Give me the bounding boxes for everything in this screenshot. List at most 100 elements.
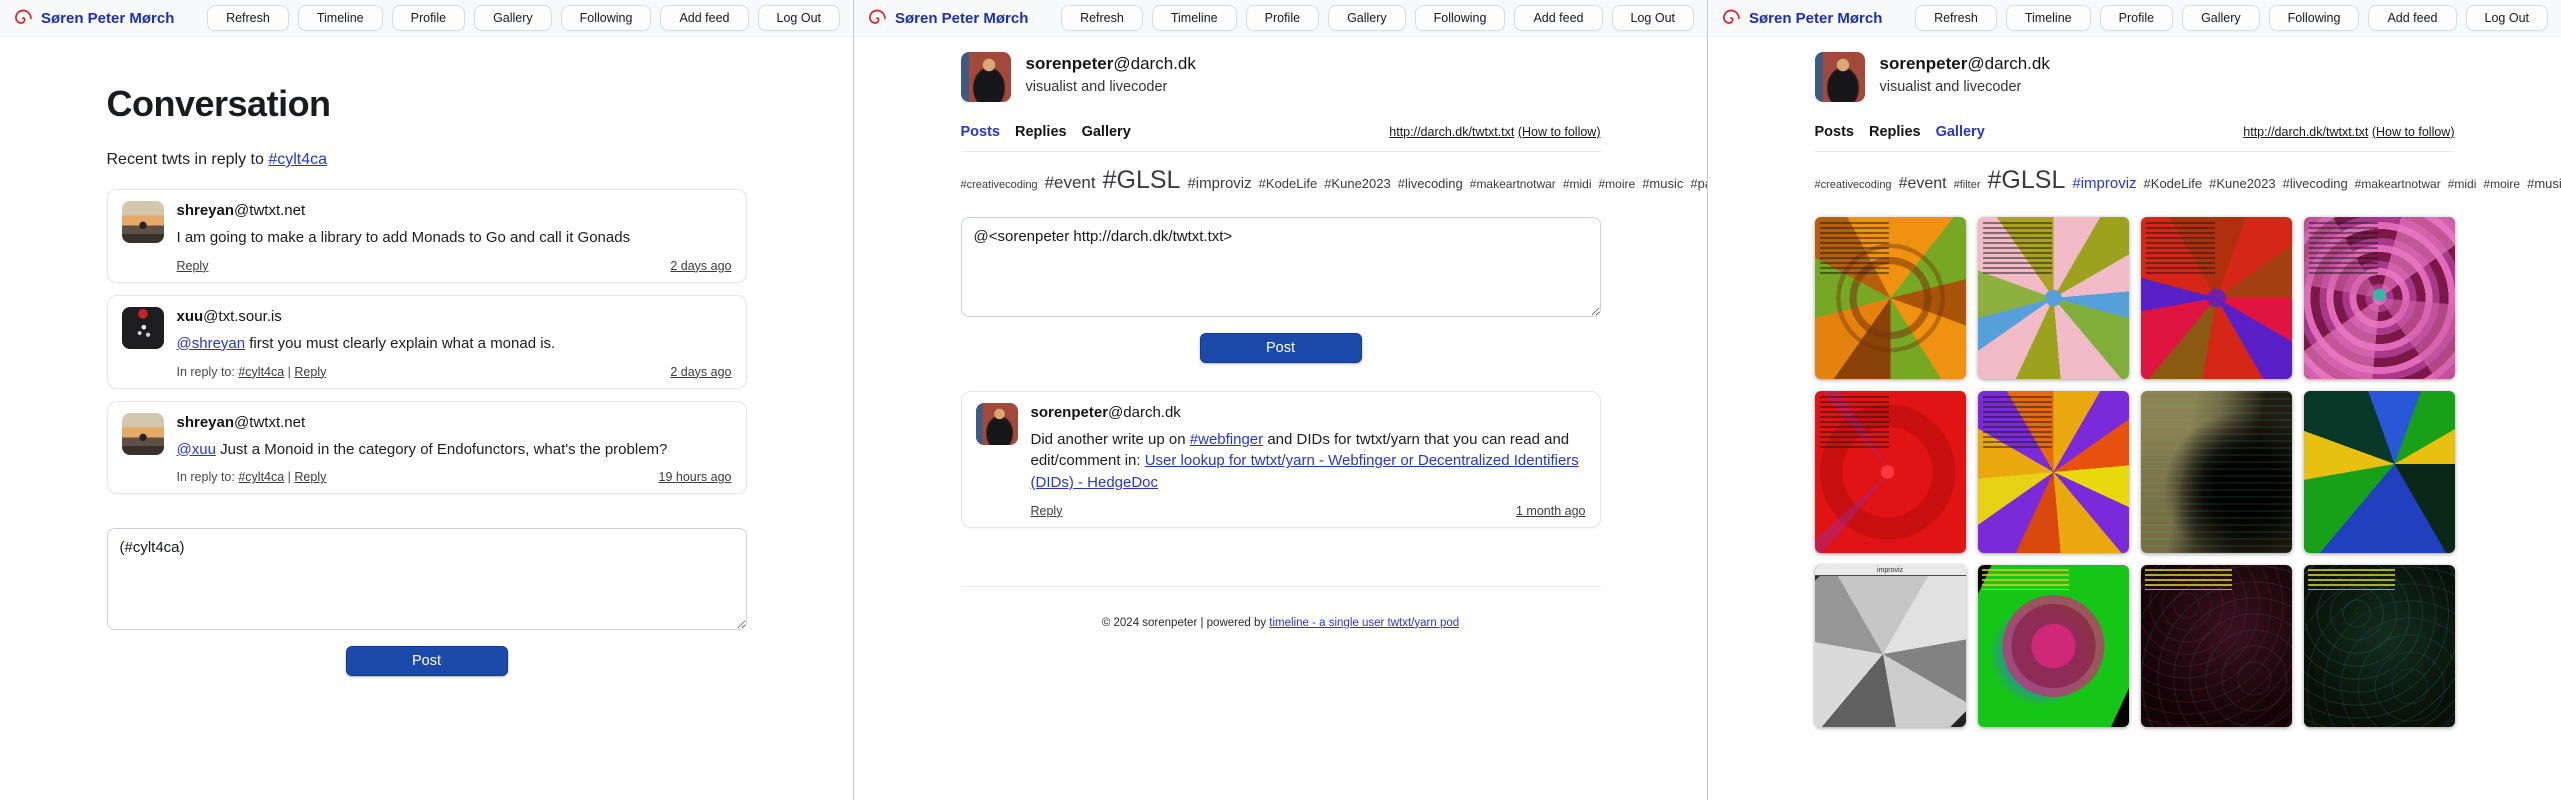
tab-replies[interactable]: Replies	[1869, 124, 1921, 140]
hashtag-kune2023[interactable]: #Kune2023	[1324, 176, 1391, 191]
how-to-follow-link[interactable]: (How to follow)	[1518, 125, 1601, 139]
feed-url-link[interactable]: http://darch.dk/twtxt.txt	[1389, 125, 1514, 139]
hashtag-music[interactable]: #music	[1642, 176, 1683, 191]
gallery-image-pink-olive-kaleidoscope[interactable]	[1978, 217, 2129, 379]
site-owner-link[interactable]: Søren Peter Mørch	[895, 10, 1028, 27]
meta-left: Reply	[177, 259, 209, 273]
hashtag-webfinger-link[interactable]: #webfinger	[1190, 431, 1263, 448]
tab-posts[interactable]: Posts	[961, 124, 1001, 140]
hashtag-kodelife[interactable]: #KodeLife	[2144, 176, 2203, 191]
feed-url-link[interactable]: http://darch.dk/twtxt.txt	[2243, 125, 2368, 139]
how-to-follow-link[interactable]: (How to follow)	[2372, 125, 2455, 139]
gallery-image-dark-teal-mesh[interactable]	[2304, 565, 2455, 727]
nav-timeline[interactable]: Timeline	[2006, 5, 2091, 31]
nav-gallery[interactable]: Gallery	[2182, 5, 2260, 31]
reply-link[interactable]: Reply	[177, 259, 209, 273]
gallery-image-green-magenta-orb[interactable]	[1978, 565, 2129, 727]
gallery-image-grayscale-improviz-window[interactable]: improviz	[1815, 565, 1966, 727]
nav-refresh[interactable]: Refresh	[1915, 5, 1997, 31]
nav-add-feed[interactable]: Add feed	[2368, 5, 2456, 31]
gallery-image-red-radial[interactable]	[1815, 391, 1966, 553]
tab-gallery[interactable]: Gallery	[1936, 124, 1985, 140]
nav-profile[interactable]: Profile	[392, 5, 465, 31]
nav-profile[interactable]: Profile	[1246, 5, 1319, 31]
message-text-span: I am going to make a library to add Mona…	[177, 229, 631, 246]
nav-timeline[interactable]: Timeline	[1152, 5, 1237, 31]
in-reply-to-link[interactable]: #cylt4ca	[238, 470, 284, 484]
hashtag-makeartnotwar[interactable]: #makeartnotwar	[1470, 177, 1556, 191]
nav-log-out[interactable]: Log Out	[1612, 5, 1694, 31]
message-text: @xuu Just a Monoid in the category of En…	[177, 439, 732, 461]
in-reply-to-link[interactable]: #cylt4ca	[238, 365, 284, 379]
nav-add-feed[interactable]: Add feed	[1514, 5, 1602, 31]
app-header: Søren Peter Mørch Refresh Timeline Profile…	[1708, 0, 2561, 37]
timestamp-link[interactable]: 1 month ago	[1516, 504, 1586, 518]
app-header: Søren Peter Mørch Refresh Timeline Profile…	[854, 0, 1707, 37]
timestamp-link[interactable]: 2 days ago	[670, 365, 731, 379]
hashtag-livecoding[interactable]: #livecoding	[2283, 176, 2348, 191]
footer-divider	[961, 586, 1601, 587]
hashtag-music[interactable]: #music	[2527, 176, 2561, 191]
gallery-image-orange-green-kaleidoscope[interactable]	[1815, 217, 1966, 379]
reply-link[interactable]: Reply	[294, 470, 326, 484]
hashtag-creativecoding[interactable]: #creativecoding	[961, 179, 1038, 191]
hashtag-glsl[interactable]: #GLSL	[1988, 166, 2066, 194]
post-button[interactable]: Post	[1200, 333, 1362, 363]
nav-gallery[interactable]: Gallery	[1328, 5, 1406, 31]
timestamp-link[interactable]: 2 days ago	[670, 259, 731, 273]
hashtag-moire[interactable]: #moire	[2483, 177, 2520, 191]
nav-refresh[interactable]: Refresh	[1061, 5, 1143, 31]
nav-log-out[interactable]: Log Out	[758, 5, 840, 31]
reply-link[interactable]: Reply	[294, 365, 326, 379]
hashtag-paintover[interactable]: #paintOver	[1690, 176, 1707, 191]
profile-handle: sorenpeter@darch.dk	[1880, 54, 2050, 74]
post-button[interactable]: Post	[346, 646, 508, 676]
hashtag-kune2023[interactable]: #Kune2023	[2209, 176, 2276, 191]
profile-bio: visualist and livecoder	[1026, 79, 1196, 95]
profile-nick: sorenpeter	[1880, 54, 1968, 73]
gallery-image-dark-maroon-mesh[interactable]	[2141, 565, 2292, 727]
hashtag-moire[interactable]: #moire	[1599, 177, 1636, 191]
hashtag-midi[interactable]: #midi	[1563, 177, 1592, 191]
hashtag-improviz[interactable]: #improviz	[2072, 175, 2136, 192]
gallery-image-orange-purple-star[interactable]	[1978, 391, 2129, 553]
gallery-image-livecoding-performance-photo[interactable]	[2141, 391, 2292, 553]
thread-tag-link[interactable]: #cylt4ca	[268, 151, 327, 168]
nav-profile[interactable]: Profile	[2100, 5, 2173, 31]
nav-log-out[interactable]: Log Out	[2466, 5, 2548, 31]
nav-add-feed[interactable]: Add feed	[660, 5, 748, 31]
hashtag-creativecoding[interactable]: #creativecoding	[1815, 179, 1892, 191]
hashtag-makeartnotwar[interactable]: #makeartnotwar	[2355, 177, 2441, 191]
tab-posts[interactable]: Posts	[1815, 124, 1855, 140]
post-composer-textarea[interactable]: @<sorenpeter http://darch.dk/twtxt.txt>	[961, 217, 1601, 317]
hashtag-filter[interactable]: #filter	[1954, 179, 1981, 191]
hashtag-kodelife[interactable]: #KodeLife	[1259, 176, 1318, 191]
hashtag-improviz[interactable]: #improviz	[1187, 175, 1251, 192]
footer-timeline-link[interactable]: timeline - a single user twtxt/yarn pod	[1269, 617, 1459, 629]
hashtag-livecoding[interactable]: #livecoding	[1398, 176, 1463, 191]
hashtag-event[interactable]: #event	[1899, 175, 1947, 192]
site-owner-link[interactable]: Søren Peter Mørch	[41, 10, 174, 27]
nav-following[interactable]: Following	[1415, 5, 1506, 31]
mention-link[interactable]: @xuu	[177, 441, 216, 458]
tab-gallery[interactable]: Gallery	[1082, 124, 1131, 140]
tab-replies[interactable]: Replies	[1015, 124, 1067, 140]
gallery-image-magenta-rings-kaleidoscope[interactable]	[2304, 217, 2455, 379]
gallery-image-red-purple-kaleidoscope[interactable]	[2141, 217, 2292, 379]
mention-link[interactable]: @shreyan	[177, 335, 246, 352]
hashtag-event[interactable]: #event	[1045, 173, 1096, 192]
reply-link[interactable]: Reply	[1031, 504, 1063, 518]
nav-timeline[interactable]: Timeline	[298, 5, 383, 31]
footer-text: © 2024 sorenpeter | powered by	[1102, 617, 1269, 629]
timestamp-link[interactable]: 19 hours ago	[659, 470, 732, 484]
nav-following[interactable]: Following	[561, 5, 652, 31]
reply-composer-textarea[interactable]: (#cylt4ca)	[107, 528, 747, 630]
nav-gallery[interactable]: Gallery	[474, 5, 552, 31]
gallery-image-blue-green-abstract[interactable]	[2304, 391, 2455, 553]
hashtag-glsl[interactable]: #GLSL	[1103, 166, 1181, 194]
nav-following[interactable]: Following	[2269, 5, 2360, 31]
post-author: sorenpeter@darch.dk	[1031, 404, 1586, 421]
hashtag-midi[interactable]: #midi	[2448, 177, 2477, 191]
nav-refresh[interactable]: Refresh	[207, 5, 289, 31]
site-owner-link[interactable]: Søren Peter Mørch	[1749, 10, 1882, 27]
